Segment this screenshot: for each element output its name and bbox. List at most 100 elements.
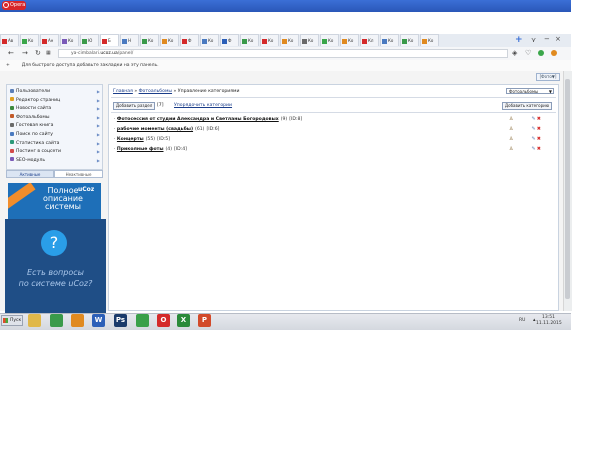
sidebar-item[interactable]: SEO-модуль ▶ bbox=[9, 157, 101, 164]
sidebar-item[interactable]: Редактор страниц ▶ bbox=[9, 97, 101, 104]
browser-tab[interactable]: Ф bbox=[220, 34, 239, 46]
module-icon bbox=[10, 157, 14, 162]
category-id: [ID:4] bbox=[174, 147, 187, 152]
tab-favicon-icon bbox=[182, 38, 187, 44]
new-tab-button[interactable]: + bbox=[515, 36, 523, 45]
browser-tab[interactable]: Ко bbox=[300, 34, 319, 46]
delete-icon[interactable]: ✖ bbox=[537, 136, 541, 142]
language-indicator[interactable]: RU bbox=[519, 318, 525, 323]
browser-tab[interactable]: Ко bbox=[160, 34, 179, 46]
delete-icon[interactable]: ✖ bbox=[537, 146, 541, 152]
browser-tab[interactable]: Ко bbox=[200, 34, 219, 46]
url-field[interactable]: ya-cimbalari.ucoz.ua/panel/ bbox=[58, 49, 508, 58]
browser-tab[interactable]: Н bbox=[120, 34, 139, 46]
browser-tab[interactable]: Ав bbox=[0, 34, 19, 46]
taskbar-opera-icon[interactable]: O bbox=[157, 314, 170, 327]
category-actions: ♙ ✎✖ bbox=[509, 126, 541, 133]
sidebar-item[interactable]: Статистика сайта ▶ bbox=[9, 140, 101, 147]
top-module-selector[interactable]: [Фото▼] bbox=[536, 73, 560, 81]
browser-tab[interactable]: Ко bbox=[420, 34, 439, 46]
taskbar-media-icon[interactable] bbox=[71, 314, 84, 327]
browser-tab[interactable]: Ко bbox=[320, 34, 339, 46]
reload-icon[interactable]: ↻ bbox=[35, 49, 41, 58]
browser-tab[interactable]: Б bbox=[100, 34, 119, 46]
sidebar-item[interactable]: Поиск по сайту ▶ bbox=[9, 131, 101, 138]
speed-dial-icon[interactable]: ▦ bbox=[46, 49, 51, 58]
add-section-button[interactable]: Добавить раздел bbox=[113, 102, 156, 110]
browser-tab[interactable]: Ко bbox=[140, 34, 159, 46]
help-banner-text: Есть вопросы по системе uCoz? bbox=[18, 268, 93, 288]
sidebar-item[interactable]: Фотоальбомы ▶ bbox=[9, 114, 101, 121]
ucoz-description-banner[interactable]: Полное описание системы uCoz bbox=[8, 183, 101, 219]
forward-icon[interactable]: → bbox=[22, 49, 28, 58]
taskbar-explorer-icon[interactable] bbox=[28, 314, 41, 327]
permissions-icon[interactable]: ♙ bbox=[509, 126, 513, 132]
sidebar-tabs: Активные Неактивные bbox=[6, 170, 103, 178]
sidebar-item[interactable]: Новости сайта ▶ bbox=[9, 105, 101, 112]
tab-menu-icon[interactable]: ⋎ bbox=[531, 36, 536, 45]
category-row: · рабочие моменты (свадьбы) (61) [ID:6] bbox=[114, 126, 219, 133]
add-bookmark-button[interactable]: + bbox=[6, 63, 10, 68]
browser-tab[interactable]: Ко bbox=[240, 34, 259, 46]
heart-icon[interactable]: ♡ bbox=[525, 49, 531, 58]
delete-icon[interactable]: ✖ bbox=[537, 126, 541, 132]
edit-icon[interactable]: ✎ bbox=[531, 136, 535, 142]
category-id: [ID:8] bbox=[289, 117, 303, 122]
category-name-link[interactable]: Фотосессия от студии Александра и Светла… bbox=[117, 117, 279, 122]
taskbar-powerpoint-icon[interactable]: P bbox=[198, 314, 211, 327]
edit-icon[interactable]: ✎ bbox=[531, 116, 535, 122]
chevron-right-icon: ▶ bbox=[96, 97, 100, 103]
sidebar-item[interactable]: Гостевая книга ▶ bbox=[9, 122, 101, 129]
shield-icon[interactable]: ◈ bbox=[512, 49, 517, 58]
permissions-icon[interactable]: ♙ bbox=[509, 146, 513, 152]
back-icon[interactable]: ← bbox=[8, 49, 14, 58]
browser-tab[interactable]: Ко bbox=[340, 34, 359, 46]
start-button[interactable]: Пуск bbox=[1, 315, 23, 326]
tab-active-modules[interactable]: Активные bbox=[6, 170, 54, 178]
taskbar-app-icon[interactable] bbox=[136, 314, 149, 327]
permissions-icon[interactable]: ♙ bbox=[509, 116, 513, 122]
taskbar-photoshop-icon[interactable]: Ps bbox=[114, 314, 127, 327]
download-icon[interactable] bbox=[551, 50, 557, 56]
add-category-button[interactable]: Добавить категорию bbox=[502, 102, 553, 110]
browser-tab[interactable]: Кл bbox=[360, 34, 379, 46]
taskbar-excel-icon[interactable]: X bbox=[177, 314, 190, 327]
browser-tab[interactable]: Ю bbox=[80, 34, 99, 46]
delete-icon[interactable]: ✖ bbox=[537, 116, 541, 122]
extension-icon[interactable] bbox=[538, 50, 544, 56]
tab-label: Ко bbox=[208, 38, 214, 43]
category-name-link[interactable]: Приколные фоты bbox=[117, 147, 164, 152]
browser-tab[interactable]: Ф bbox=[180, 34, 199, 46]
page-scrollbar[interactable] bbox=[563, 71, 572, 311]
edit-icon[interactable]: ✎ bbox=[531, 126, 535, 132]
taskbar-word-icon[interactable]: W bbox=[92, 314, 105, 327]
tab-inactive-modules[interactable]: Неактивные bbox=[54, 170, 103, 178]
scrollbar-thumb[interactable] bbox=[565, 79, 570, 299]
edit-icon[interactable]: ✎ bbox=[531, 146, 535, 152]
help-banner[interactable]: ? Есть вопросы по системе uCoz? bbox=[5, 219, 106, 313]
browser-tab[interactable]: Ко bbox=[20, 34, 39, 46]
browser-tab[interactable]: Ко bbox=[260, 34, 279, 46]
browser-tab[interactable]: Ко bbox=[380, 34, 399, 46]
taskbar-chrome-icon[interactable] bbox=[50, 314, 63, 327]
breadcrumb-albums[interactable]: Фотоальбомы bbox=[139, 89, 172, 94]
clock-time[interactable]: 13:51 bbox=[542, 315, 555, 320]
permissions-icon[interactable]: ♙ bbox=[509, 136, 513, 142]
browser-tab[interactable]: Ко bbox=[280, 34, 299, 46]
sort-categories-link[interactable]: Упорядочить категории bbox=[174, 102, 232, 109]
browser-tab[interactable]: Ан bbox=[40, 34, 59, 46]
category-name-link[interactable]: рабочие моменты (свадьбы) bbox=[117, 127, 193, 132]
sidebar-item-label: Фотоальбомы bbox=[16, 114, 50, 120]
browser-tab[interactable]: Ко bbox=[60, 34, 79, 46]
browser-tab[interactable]: Ко bbox=[400, 34, 419, 46]
category-name-link[interactable]: Концерты bbox=[117, 137, 144, 142]
breadcrumb-home[interactable]: Главная bbox=[113, 89, 133, 94]
sidebar-item[interactable]: Пользователи ▶ bbox=[9, 88, 101, 95]
clock-date[interactable]: 11.11.2015 bbox=[536, 321, 562, 326]
sidebar-item-label: Поиск по сайту bbox=[16, 132, 54, 137]
minimize-icon[interactable]: − bbox=[544, 35, 550, 44]
opera-menu-button[interactable]: Opera bbox=[2, 1, 26, 10]
close-window-icon[interactable]: × bbox=[555, 35, 561, 44]
module-select[interactable]: Фотоальбомы ▼ bbox=[506, 88, 554, 94]
sidebar-item[interactable]: Постинг в соцсети ▶ bbox=[9, 148, 101, 155]
